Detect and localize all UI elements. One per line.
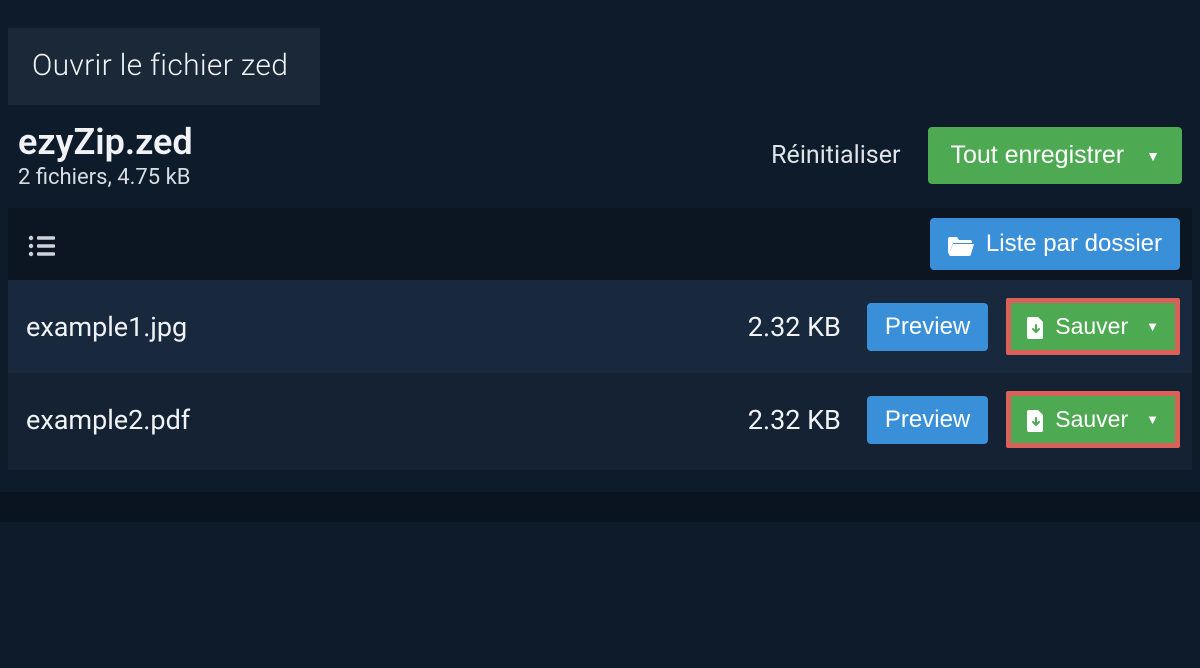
file-download-icon: [1027, 406, 1045, 433]
file-table: Liste par dossier example1.jpg 2.32 KB P…: [8, 208, 1192, 470]
save-label: Sauver: [1055, 313, 1128, 340]
table-header: Liste par dossier: [8, 208, 1192, 280]
file-name: example2.pdf: [26, 404, 730, 436]
header-row: ezyZip.zed 2 fichiers, 4.75 kB Réinitial…: [8, 105, 1192, 208]
save-button[interactable]: Sauver ▼: [1011, 303, 1175, 350]
list-icon[interactable]: [20, 228, 56, 261]
reset-link[interactable]: Réinitialiser: [771, 141, 900, 170]
header-actions: Réinitialiser Tout enregistrer ▼: [771, 127, 1182, 184]
tab-bar: Ouvrir le fichier zed: [8, 28, 1192, 105]
folder-open-icon: [948, 230, 974, 258]
save-all-label: Tout enregistrer: [950, 141, 1124, 170]
table-row: example1.jpg 2.32 KB Preview Sauver ▼: [8, 280, 1192, 373]
tab-label: Ouvrir le fichier zed: [32, 48, 288, 83]
caret-down-icon: ▼: [1146, 319, 1159, 334]
save-highlight: Sauver ▼: [1006, 298, 1180, 355]
file-size: 2.32 KB: [748, 404, 841, 436]
save-highlight: Sauver ▼: [1006, 391, 1180, 448]
folder-list-button[interactable]: Liste par dossier: [930, 218, 1180, 270]
preview-button[interactable]: Preview: [867, 396, 988, 444]
archive-name: ezyZip.zed: [18, 121, 193, 163]
tab-open-zed[interactable]: Ouvrir le fichier zed: [8, 28, 320, 105]
caret-down-icon: ▼: [1146, 148, 1160, 164]
file-name: example1.jpg: [26, 311, 730, 343]
file-download-icon: [1027, 313, 1045, 340]
table-row: example2.pdf 2.32 KB Preview Sauver ▼: [8, 373, 1192, 466]
caret-down-icon: ▼: [1146, 412, 1159, 427]
file-info: ezyZip.zed 2 fichiers, 4.75 kB: [18, 121, 193, 190]
save-button[interactable]: Sauver ▼: [1011, 396, 1175, 443]
archive-summary: 2 fichiers, 4.75 kB: [18, 165, 193, 190]
folder-list-label: Liste par dossier: [986, 230, 1162, 258]
bottom-bar: [0, 492, 1200, 522]
save-label: Sauver: [1055, 406, 1128, 433]
file-size: 2.32 KB: [748, 311, 841, 343]
save-all-button[interactable]: Tout enregistrer ▼: [928, 127, 1182, 184]
preview-button[interactable]: Preview: [867, 303, 988, 351]
